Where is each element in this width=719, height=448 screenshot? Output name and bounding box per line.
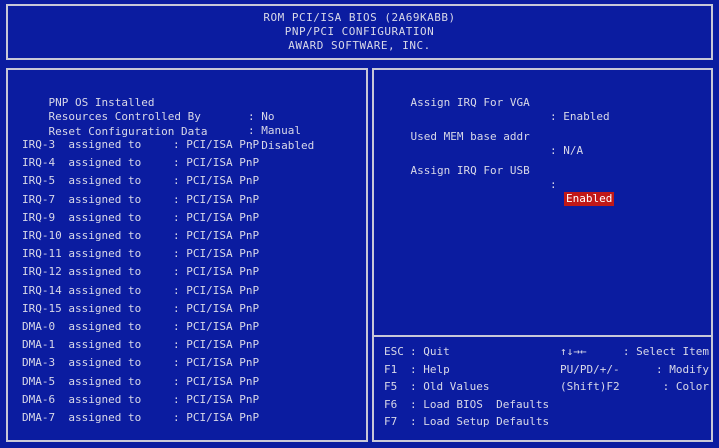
- setting-value: : N/A: [550, 144, 584, 157]
- bios-header: ROM PCI/ISA BIOS (2A69KABB) PNP/PCI CONF…: [6, 4, 713, 60]
- assignment-value: : PCI/ISA PnP: [173, 411, 260, 424]
- setting-resources-controlled[interactable]: Resources Controlled By : Manual: [22, 96, 301, 137]
- setting-pnp-os[interactable]: PNP OS Installed : No: [22, 82, 275, 123]
- help-key: F5: [384, 380, 398, 393]
- assignment-value: : PCI/ISA PnP: [173, 320, 260, 333]
- help-action: : Load Setup Defaults: [410, 415, 550, 428]
- assignment-label: DMA-0 assigned to: [22, 320, 142, 333]
- assignment-value: : PCI/ISA PnP: [173, 392, 260, 406]
- assignment-row[interactable]: IRQ-5 assigned to : PCI/ISA PnP: [22, 174, 259, 188]
- setting-mem-base[interactable]: Used MEM base addr : N/A: [384, 116, 584, 157]
- help-key: ↑↓→←: [560, 345, 587, 358]
- assignment-value: : PCI/ISA PnP: [173, 192, 260, 206]
- assignment-row[interactable]: DMA-6 assigned to : PCI/ISA PnP: [22, 392, 259, 407]
- help-action: : Modify: [656, 362, 709, 376]
- assignment-label: DMA-1 assigned to: [22, 338, 142, 352]
- help-action: : Load BIOS Defaults: [410, 397, 550, 411]
- setting-value-selected[interactable]: Enabled: [564, 192, 615, 206]
- assignment-label: IRQ-5 assigned to: [22, 174, 142, 188]
- assignment-value: : PCI/ISA PnP: [173, 265, 260, 279]
- help-action: : Help: [410, 362, 450, 376]
- assignment-row[interactable]: IRQ-9 assigned to : PCI/ISA PnP: [22, 210, 259, 225]
- assignment-value: : PCI/ISA PnP: [173, 138, 260, 151]
- assignment-label: IRQ-11 assigned to: [22, 247, 142, 261]
- assignment-row[interactable]: DMA-3 assigned to : PCI/ISA PnP: [22, 356, 259, 370]
- assignment-row[interactable]: IRQ-14 assigned to : PCI/ISA PnP: [22, 283, 259, 298]
- assignment-value: : PCI/ISA PnP: [173, 301, 260, 315]
- bios-screen: ROM PCI/ISA BIOS (2A69KABB) PNP/PCI CONF…: [0, 0, 719, 448]
- help-action: : Color: [662, 380, 709, 393]
- setting-label: Reset Configuration Data: [48, 125, 208, 138]
- assignment-label: IRQ-4 assigned to: [22, 156, 142, 170]
- assignment-label: DMA-7 assigned to: [22, 411, 142, 424]
- assignment-row[interactable]: IRQ-7 assigned to : PCI/ISA PnP: [22, 192, 259, 207]
- assignment-value: : PCI/ISA PnP: [173, 283, 260, 297]
- assignment-value: : PCI/ISA PnP: [173, 174, 260, 188]
- assignment-row[interactable]: DMA-0 assigned to : PCI/ISA PnP: [22, 320, 259, 334]
- help-action: : Select Item: [622, 345, 709, 358]
- assignment-row[interactable]: IRQ-3 assigned to : PCI/ISA PnP: [22, 138, 259, 152]
- assignment-value: : PCI/ISA PnP: [173, 338, 260, 352]
- setting-value: : No: [248, 110, 275, 123]
- assignment-value: : PCI/ISA PnP: [173, 210, 260, 224]
- assignment-row[interactable]: IRQ-11 assigned to : PCI/ISA PnP: [22, 247, 259, 261]
- assignment-row[interactable]: IRQ-4 assigned to : PCI/ISA PnP: [22, 156, 259, 170]
- setting-irq-vga[interactable]: Assign IRQ For VGA : Enabled: [384, 82, 610, 123]
- assignment-row[interactable]: DMA-7 assigned to : PCI/ISA PnP: [22, 411, 259, 425]
- help-action: : Old Values: [410, 380, 490, 393]
- assignment-row[interactable]: DMA-5 assigned to : PCI/ISA PnP: [22, 374, 259, 389]
- assignment-value: : PCI/ISA PnP: [173, 229, 260, 242]
- setting-label: Assign IRQ For USB: [410, 164, 530, 177]
- help-action: : Quit: [410, 345, 450, 358]
- assignment-value: : PCI/ISA PnP: [173, 247, 260, 261]
- assignment-label: IRQ-14 assigned to: [22, 283, 142, 297]
- assignment-value: : PCI/ISA PnP: [173, 156, 260, 170]
- assignment-row[interactable]: DMA-1 assigned to : PCI/ISA PnP: [22, 338, 259, 352]
- setting-label: Used MEM base addr: [410, 130, 530, 143]
- help-divider: [372, 335, 713, 337]
- assignment-label: IRQ-3 assigned to: [22, 138, 142, 151]
- assignment-label: IRQ-12 assigned to: [22, 265, 142, 279]
- assignment-label: DMA-3 assigned to: [22, 356, 142, 370]
- help-key: (Shift)F2: [560, 380, 620, 393]
- assignment-label: DMA-6 assigned to: [22, 392, 142, 406]
- setting-reset-config[interactable]: Reset Configuration Data : Disabled: [22, 111, 315, 152]
- assignment-row[interactable]: IRQ-10 assigned to : PCI/ISA PnP: [22, 229, 259, 243]
- help-key: F1: [384, 362, 398, 376]
- assignment-value: : PCI/ISA PnP: [173, 374, 260, 388]
- setting-value: : Enabled: [550, 110, 610, 123]
- bios-vendor: AWARD SOFTWARE, INC.: [288, 39, 431, 52]
- assignment-label: IRQ-9 assigned to: [22, 210, 142, 224]
- help-key: F6: [384, 397, 398, 411]
- assignment-row[interactable]: IRQ-15 assigned to : PCI/ISA PnP: [22, 301, 259, 316]
- bios-title: ROM PCI/ISA BIOS (2A69KABB): [263, 11, 456, 24]
- assignment-label: IRQ-10 assigned to: [22, 229, 142, 242]
- bios-section-title: PNP/PCI CONFIGURATION: [284, 25, 435, 38]
- setting-irq-usb[interactable]: Assign IRQ For USB : Enabled: [384, 150, 615, 206]
- assignment-label: DMA-5 assigned to: [22, 374, 142, 388]
- setting-colon: :: [550, 178, 557, 191]
- help-key: F7: [384, 415, 398, 428]
- assignment-value: : PCI/ISA PnP: [173, 356, 260, 370]
- assignment-label: IRQ-7 assigned to: [22, 192, 142, 206]
- setting-label: Assign IRQ For VGA: [410, 96, 530, 109]
- assignment-label: IRQ-15 assigned to: [22, 301, 142, 315]
- help-key: PU/PD/+/-: [560, 362, 620, 376]
- setting-value: : Manual: [248, 124, 301, 137]
- assignment-row[interactable]: IRQ-12 assigned to : PCI/ISA PnP: [22, 265, 259, 279]
- help-key: ESC: [384, 345, 404, 358]
